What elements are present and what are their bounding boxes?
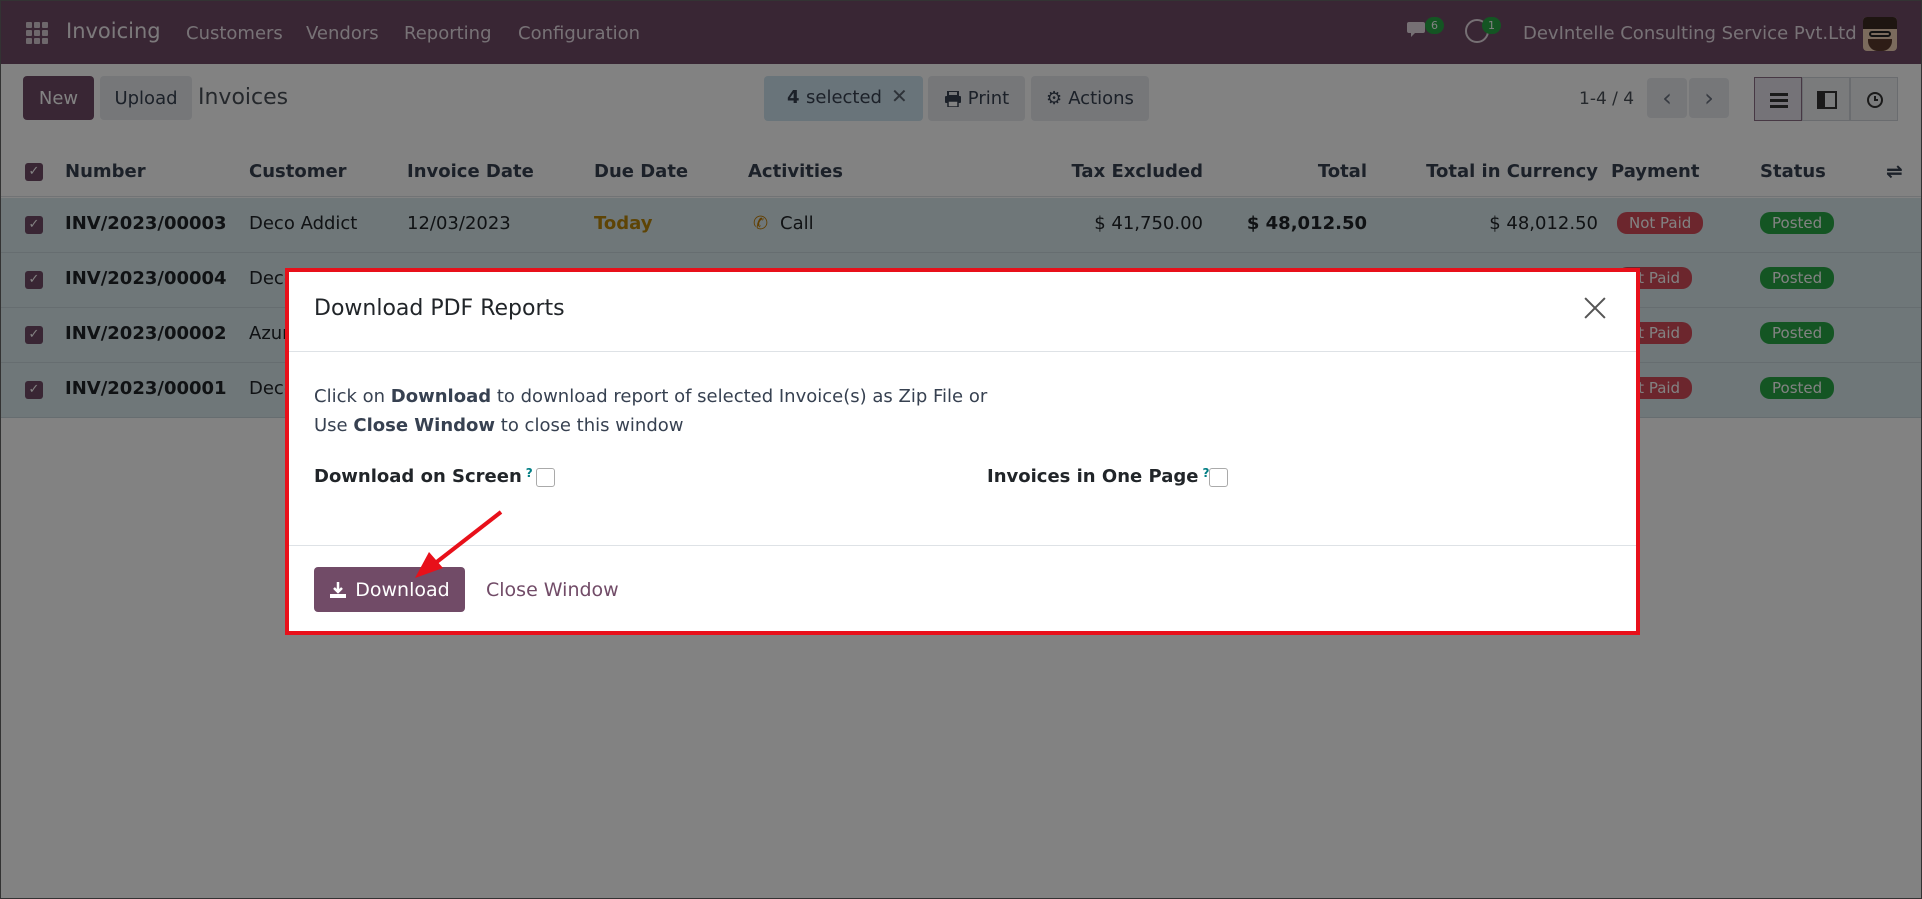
download-icon — [330, 581, 347, 598]
instruction-line-2: Use Close Window to close this window — [314, 415, 684, 436]
app-window: Invoicing Customers Vendors Reporting Co… — [0, 0, 1922, 899]
close-window-button[interactable]: Close Window — [486, 579, 619, 601]
dialog-title: Download PDF Reports — [314, 296, 565, 321]
invoices-in-one-page-checkbox[interactable] — [1209, 468, 1228, 487]
invoices-in-one-page-label: Invoices in One Page? — [987, 466, 1210, 487]
download-pdf-dialog: Download PDF Reports Click on Download t… — [285, 268, 1640, 635]
download-on-screen-label: Download on Screen? — [314, 466, 533, 487]
help-icon[interactable]: ? — [526, 466, 533, 480]
dialog-header: Download PDF Reports — [289, 272, 1636, 352]
download-label: Download — [355, 578, 450, 601]
download-on-screen-checkbox[interactable] — [536, 468, 555, 487]
instruction-line-1: Click on Download to download report of … — [314, 386, 988, 407]
close-icon[interactable] — [1582, 294, 1608, 320]
annotation-arrow-icon — [415, 510, 503, 578]
